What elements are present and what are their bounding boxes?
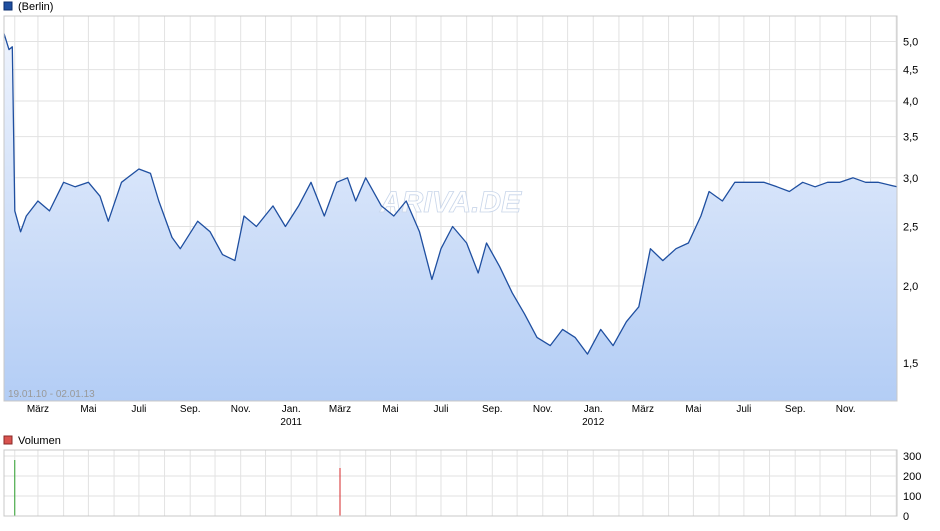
chart-svg: (Berlin) ARIVA.DE 19.01.10 - 02.01.13 1,… [3, 1, 921, 523]
x-axis: März Mai Juli Sep. Nov. Jan. März Mai Juli Sep. No… [27, 404, 856, 428]
x-tick-label: März [329, 404, 351, 415]
watermark: ARIVA.DE [379, 186, 522, 219]
volume-legend-label: Volumen [18, 435, 61, 447]
x-tick-label: März [27, 404, 49, 415]
volume-grid [4, 450, 897, 517]
x-tick-label: Sep. [482, 404, 503, 415]
x-tick-label: Sep. [180, 404, 201, 415]
x-tick-label: Nov. [836, 404, 856, 415]
x-tick-label: Nov. [533, 404, 553, 415]
y-tick-label: 1,5 [903, 358, 918, 370]
price-legend-swatch [3, 1, 13, 11]
price-legend-label: (Berlin) [18, 1, 53, 13]
x-tick-label: Nov. [231, 404, 251, 415]
volume-y-tick-label: 100 [903, 491, 921, 503]
y-tick-label: 2,0 [903, 281, 918, 293]
x-tick-label: Jan. [282, 404, 301, 415]
x-tick-label: Mai [685, 404, 701, 415]
y-tick-label: 5,0 [903, 36, 918, 48]
y-tick-label: 4,0 [903, 96, 918, 108]
chart-container: (Berlin) ARIVA.DE 19.01.10 - 02.01.13 1,… [0, 0, 940, 526]
x-tick-label: Mai [80, 404, 96, 415]
volume-y-tick-label: 200 [903, 471, 921, 483]
x-tick-label: Juli [131, 404, 146, 415]
volume-y-tick-label: 0 [903, 511, 909, 523]
x-year-label: 2011 [280, 417, 302, 428]
x-tick-label: Sep. [785, 404, 806, 415]
x-tick-label: Jan. [584, 404, 603, 415]
price-y-axis: 1,5 2,0 2,5 3,0 3,5 4,0 4,5 5,0 [903, 36, 918, 369]
volume-legend-swatch [3, 435, 13, 445]
x-tick-label: Juli [433, 404, 448, 415]
x-year-label: 2012 [582, 417, 605, 428]
date-range-label: 19.01.10 - 02.01.13 [8, 389, 95, 400]
x-tick-label: Juli [736, 404, 751, 415]
y-tick-label: 3,0 [903, 173, 918, 185]
y-tick-label: 3,5 [903, 132, 918, 144]
volume-panel-border [3, 449, 898, 517]
volume-y-tick-label: 300 [903, 451, 921, 463]
y-tick-label: 4,5 [903, 65, 918, 77]
y-tick-label: 2,5 [903, 221, 918, 233]
x-tick-label: März [632, 404, 654, 415]
volume-y-axis: 0 100 200 300 [903, 451, 921, 523]
x-tick-label: Mai [382, 404, 398, 415]
